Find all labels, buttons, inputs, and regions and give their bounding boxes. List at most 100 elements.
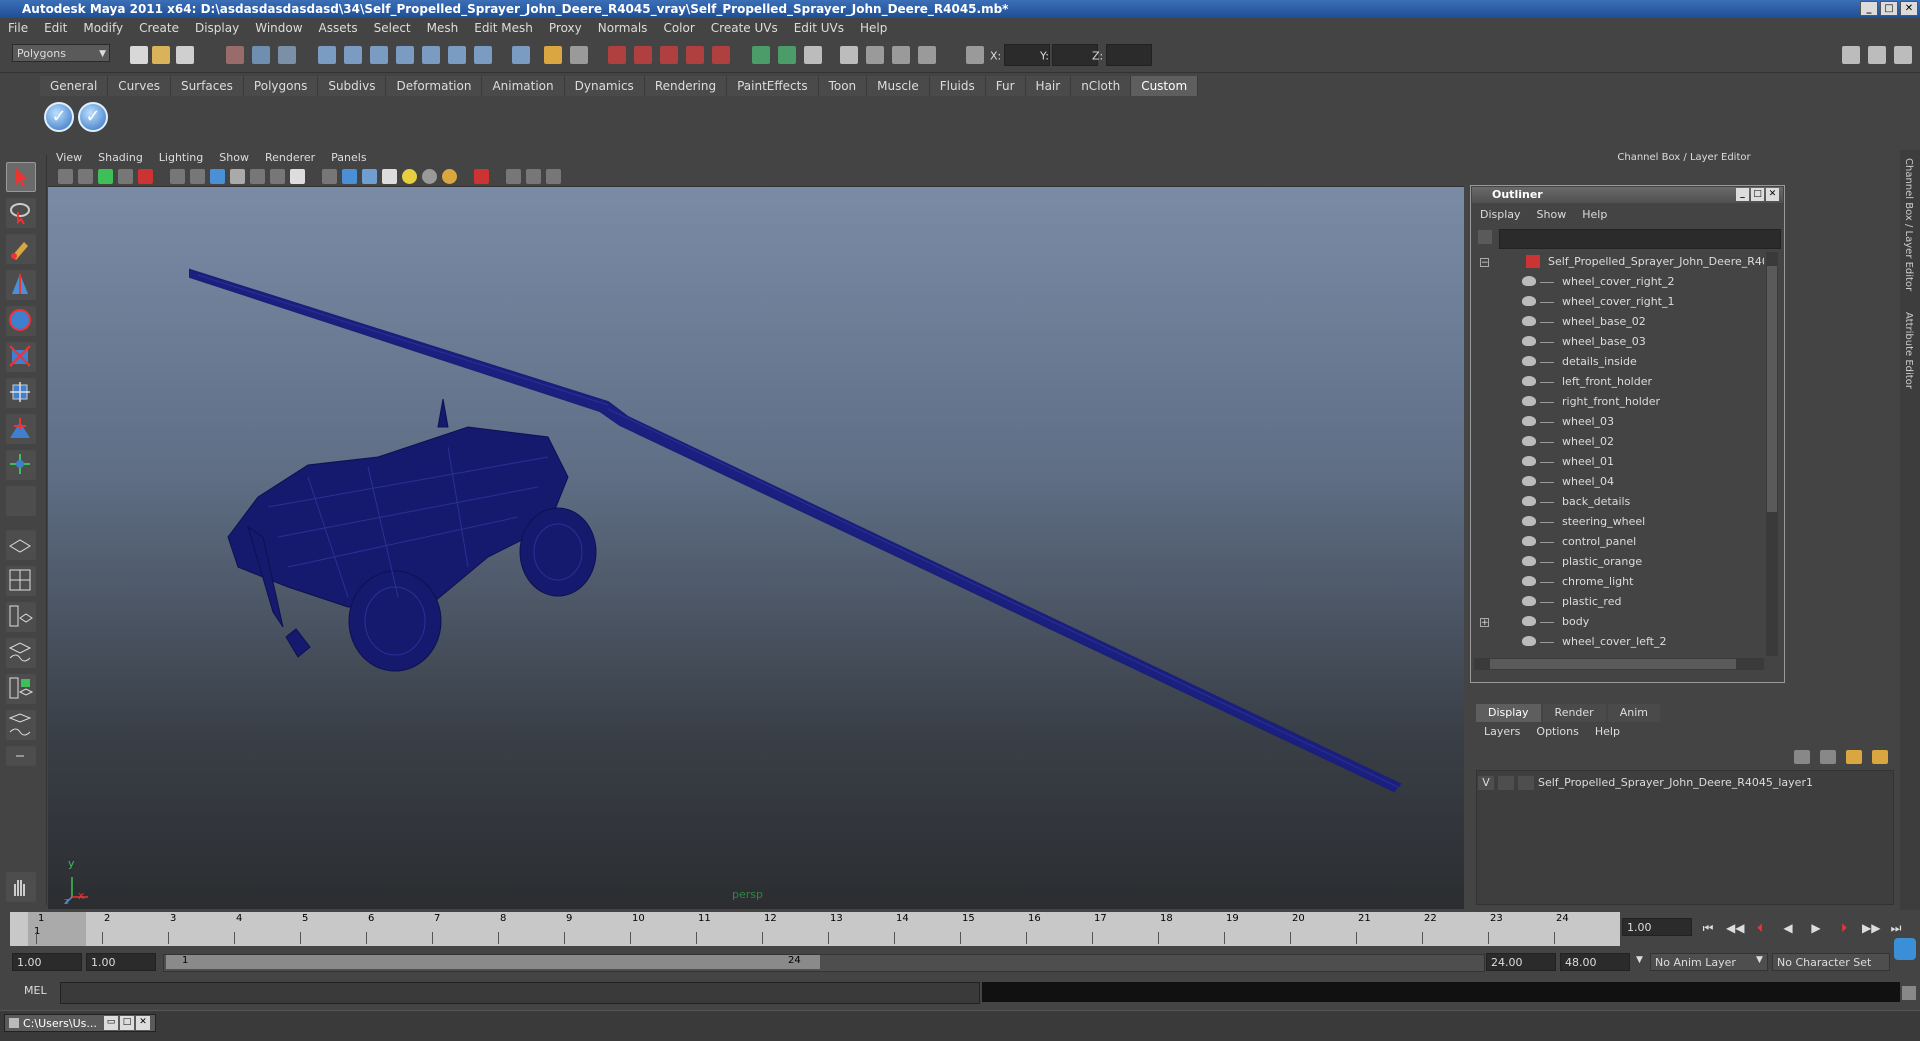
open-scene-icon[interactable]	[152, 46, 170, 64]
outliner-root-row[interactable]: − Self_Propelled_Sprayer_John_Deere_R404…	[1474, 252, 1764, 272]
toggle-graph-icon[interactable]	[918, 46, 936, 64]
toggle-channel-box-icon[interactable]	[804, 46, 822, 64]
rotate-tool-icon[interactable]	[6, 306, 36, 336]
new-layer-icon[interactable]	[1846, 750, 1862, 764]
filter-icon[interactable]	[1478, 230, 1492, 244]
viewport-menu-shading[interactable]: Shading	[90, 151, 151, 164]
outliner-maximize-button[interactable]: □	[1751, 188, 1764, 201]
menu-edit-mesh[interactable]: Edit Mesh	[466, 21, 541, 35]
outliner-menu-show[interactable]: Show	[1529, 208, 1575, 221]
shelf-tab-general[interactable]: General	[40, 76, 109, 96]
sprayer-model-wireframe[interactable]	[48, 187, 1464, 909]
shelf-tab-fur[interactable]: Fur	[985, 76, 1026, 96]
outliner-vertical-scroll-thumb[interactable]	[1767, 266, 1777, 512]
menu-set-dropdown[interactable]: Polygons ▼	[12, 44, 110, 62]
select-camera-icon[interactable]	[58, 169, 73, 184]
list-item[interactable]: wheel_03	[1474, 412, 1764, 432]
menu-edit-uvs[interactable]: Edit UVs	[786, 21, 852, 35]
outliner-minimize-button[interactable]: _	[1736, 188, 1749, 201]
hypershade-layout-icon[interactable]	[6, 674, 36, 704]
collapse-icon[interactable]: −	[1480, 258, 1489, 268]
menu-file[interactable]: File	[0, 21, 36, 35]
close-button[interactable]: ✕	[1900, 1, 1918, 16]
list-item[interactable]: back_details	[1474, 492, 1764, 512]
layer-color-swatch[interactable]	[1518, 776, 1534, 790]
list-item[interactable]: wheel_04	[1474, 472, 1764, 492]
menu-create-uvs[interactable]: Create UVs	[703, 21, 786, 35]
select-object-icon[interactable]	[252, 46, 270, 64]
go-to-start-icon[interactable]: ⏮	[1700, 920, 1716, 936]
two-d-pan-zoom-icon[interactable]	[138, 169, 153, 184]
toggle-attribute-editor-icon[interactable]	[1842, 46, 1860, 64]
script-editor-icon[interactable]	[1902, 986, 1916, 1000]
mel-label[interactable]: MEL	[24, 984, 47, 997]
shelf-tab-deformation[interactable]: Deformation	[386, 76, 483, 96]
shelf-tab-polygons[interactable]: Polygons	[243, 76, 319, 96]
help-line-icon[interactable]	[512, 46, 530, 64]
step-back-frame-icon[interactable]: ◀◀	[1726, 920, 1744, 936]
auto-key-icon[interactable]	[1894, 938, 1916, 960]
side-tab-attribute-editor[interactable]: Attribute Editor	[1903, 312, 1914, 389]
toggle-tool-settings-panel-icon[interactable]	[1868, 46, 1886, 64]
list-item[interactable]: steering_wheel	[1474, 512, 1764, 532]
layer-visibility-toggle[interactable]: V	[1478, 776, 1494, 790]
time-slider[interactable]	[10, 912, 1620, 946]
layer-menu-layers[interactable]: Layers	[1476, 725, 1528, 738]
outliner-search-input[interactable]	[1499, 229, 1781, 249]
safe-action-icon[interactable]	[270, 169, 285, 184]
snap-surface-icon[interactable]	[474, 46, 492, 64]
menu-help[interactable]: Help	[852, 21, 895, 35]
wireframe-icon[interactable]	[322, 169, 337, 184]
outliner-menu-help[interactable]: Help	[1574, 208, 1615, 221]
anim-layer-dropdown[interactable]: No Anim Layer	[1650, 953, 1768, 971]
close-icon[interactable]: ✕	[136, 1016, 150, 1030]
chevron-down-icon[interactable]: ▼	[1636, 955, 1643, 965]
z-input[interactable]	[1106, 44, 1153, 66]
animation-start-field[interactable]: 1.00	[12, 953, 82, 971]
step-back-key-icon[interactable]: ⏴	[1752, 920, 1768, 936]
toggle-channel-box-panel-icon[interactable]	[1894, 46, 1912, 64]
list-item[interactable]: plastic_red	[1474, 592, 1764, 612]
current-frame-field[interactable]: 1.00	[1622, 918, 1692, 936]
new-layer-from-selected-icon[interactable]	[1872, 750, 1888, 764]
bookmarks-icon[interactable]	[98, 169, 113, 184]
list-item[interactable]: wheel_01	[1474, 452, 1764, 472]
textured-icon[interactable]	[382, 169, 397, 184]
menu-modify[interactable]: Modify	[75, 21, 131, 35]
select-hierarchy-icon[interactable]	[226, 46, 244, 64]
list-item[interactable]: control_panel	[1474, 532, 1764, 552]
wireframe-on-shaded-icon[interactable]	[362, 169, 377, 184]
shelf-tab-fluids[interactable]: Fluids	[929, 76, 986, 96]
viewport-menu-renderer[interactable]: Renderer	[257, 151, 323, 164]
list-item[interactable]: wheel_base_03	[1474, 332, 1764, 352]
outliner-menu-display[interactable]: Display	[1472, 208, 1529, 221]
snap-point-icon[interactable]	[370, 46, 388, 64]
transform-mode-icon[interactable]	[966, 46, 984, 64]
hand-tool-icon[interactable]	[6, 872, 36, 902]
lasso-tool-icon[interactable]	[6, 198, 36, 228]
checkmark-icon[interactable]: ✓	[44, 102, 74, 132]
paint-select-tool-icon[interactable]	[6, 234, 36, 264]
snap-live-icon[interactable]	[422, 46, 440, 64]
shelf-tab-surfaces[interactable]: Surfaces	[170, 76, 244, 96]
move-tool-icon[interactable]	[6, 270, 36, 300]
range-slider-thumb[interactable]	[166, 955, 820, 969]
playback-end-field[interactable]: 24.00	[1486, 953, 1556, 971]
single-perspective-layout-icon[interactable]	[6, 530, 36, 560]
y-coordinate-field[interactable]: Y:	[1040, 44, 1098, 66]
xray-joints-icon[interactable]	[526, 169, 541, 184]
toggle-modeling-toolkit-icon[interactable]	[752, 46, 770, 64]
play-backwards-icon[interactable]: ◀	[1780, 920, 1796, 936]
shelf-tab-muscle[interactable]: Muscle	[867, 76, 930, 96]
save-scene-icon[interactable]	[176, 46, 194, 64]
ipr-render-icon[interactable]	[660, 46, 678, 64]
history-icon[interactable]	[608, 46, 626, 64]
persp-outliner-layout-icon[interactable]	[6, 602, 36, 632]
shadows-icon[interactable]	[422, 169, 437, 184]
scale-tool-icon[interactable]	[6, 342, 36, 372]
film-gate-icon[interactable]	[190, 169, 205, 184]
snap-curve-icon[interactable]	[344, 46, 362, 64]
hardware-texturing-icon[interactable]	[442, 169, 457, 184]
menu-select[interactable]: Select	[366, 21, 419, 35]
menu-window[interactable]: Window	[247, 21, 310, 35]
